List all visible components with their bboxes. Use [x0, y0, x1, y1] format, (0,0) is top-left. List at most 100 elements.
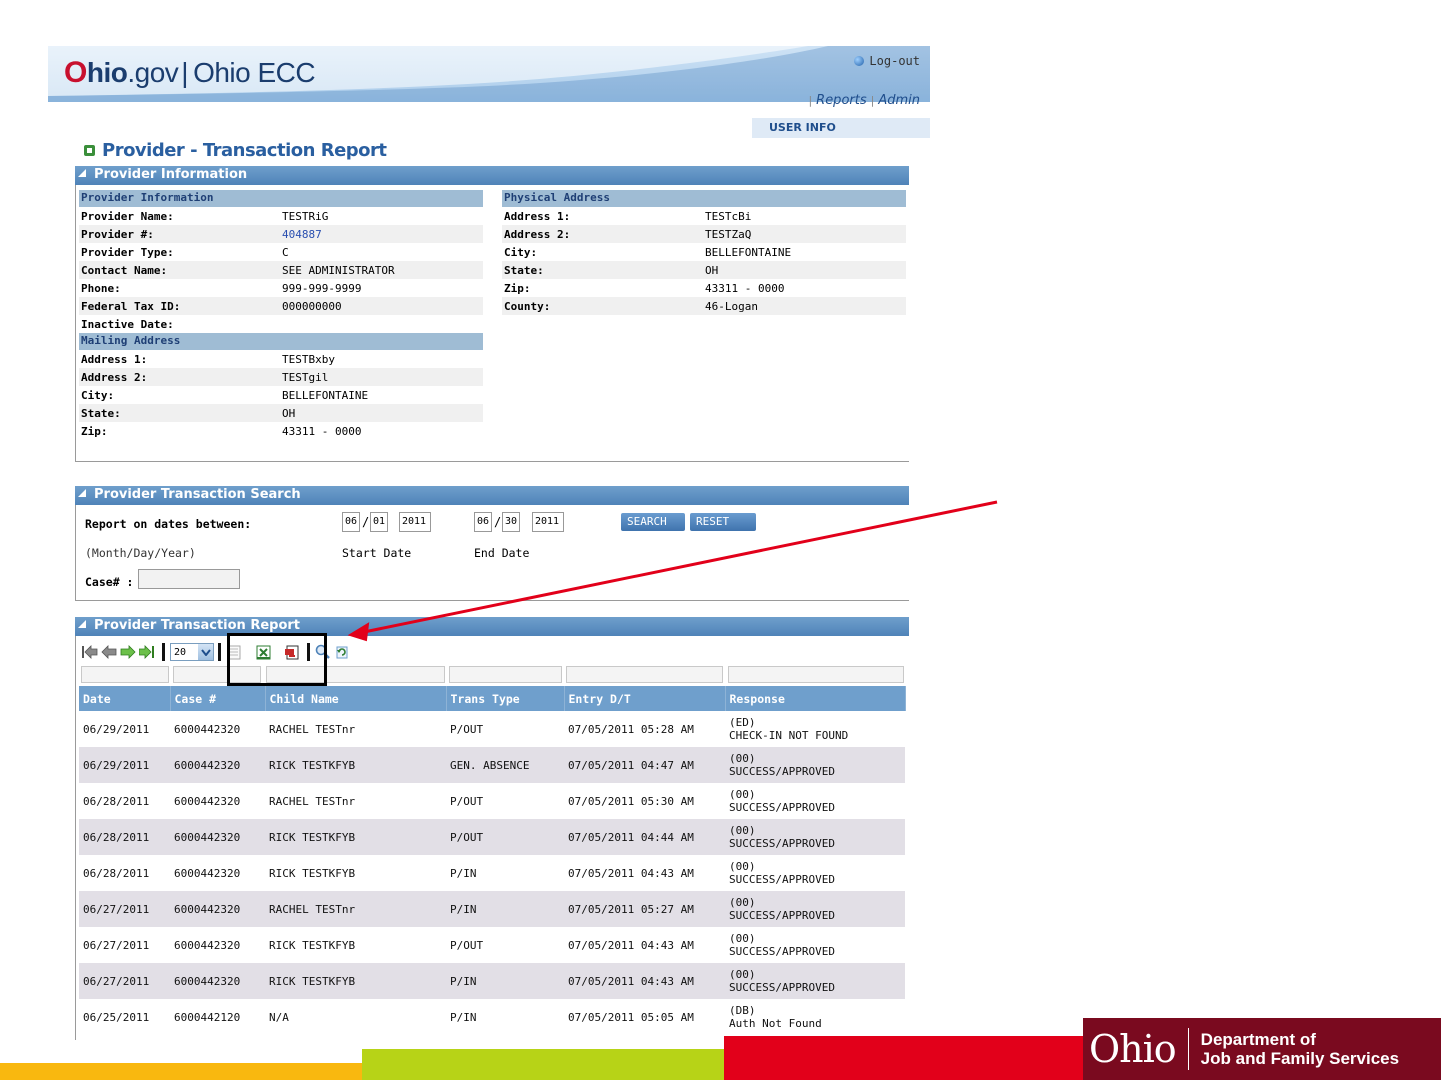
table-row[interactable]: 06/29/2011 6000442320 RACHEL TESTnr P/OUT 07… — [79, 711, 905, 747]
cell-child-name: RACHEL TESTnr — [269, 794, 356, 808]
cell-case: 6000442320 — [174, 866, 241, 880]
cell-trans-type: P/OUT — [450, 794, 484, 808]
column-header-response[interactable]: Response — [725, 686, 906, 711]
info-value: 999-999-9999 — [282, 281, 362, 295]
table-row[interactable]: 06/28/2011 6000442320 RICK TESTKFYB P/OUT 07… — [79, 819, 905, 855]
filter-case[interactable] — [173, 666, 261, 683]
info-row: Zip: 43311 - 0000 — [502, 279, 906, 297]
response-text: SUCCESS/APPROVED — [729, 873, 835, 886]
date-slash: / — [494, 515, 502, 529]
filter-date[interactable] — [81, 666, 169, 683]
logout-link[interactable]: Log-out — [854, 54, 920, 68]
report-section-header[interactable]: Provider Transaction Report — [75, 617, 909, 636]
table-row[interactable]: 06/27/2011 6000442320 RACHEL TESTnr P/IN 07/… — [79, 891, 905, 927]
cell-child-name: RACHEL TESTnr — [265, 891, 446, 927]
toolbar-separator — [307, 643, 310, 661]
logo-hio: hio — [86, 57, 128, 88]
column-header-case[interactable]: Case # — [170, 686, 266, 711]
cell-response: (00) SUCCESS/APPROVED — [725, 927, 905, 963]
table-row[interactable]: 06/28/2011 6000442320 RICK TESTKFYB P/IN 07/… — [79, 855, 905, 891]
user-info-tab[interactable]: USER INFO — [752, 118, 930, 138]
transaction-table: Date Case # Child Name Trans Type Entry … — [79, 686, 906, 1035]
export-list-icon[interactable] — [226, 644, 242, 660]
info-row: City: BELLEFONTAINE — [502, 243, 906, 261]
last-page-icon[interactable] — [139, 644, 155, 660]
cell-entry-dt: 07/05/2011 04:43 AM — [564, 963, 725, 999]
page-size-select[interactable]: 20 — [170, 643, 214, 661]
nav-reports[interactable]: Reports — [816, 93, 866, 108]
info-label: State: — [504, 263, 544, 277]
table-row[interactable]: 06/25/2011 6000442120 N/A P/IN 07/05/2011 05… — [79, 999, 905, 1035]
date-slash: / — [362, 515, 370, 529]
column-header-date[interactable]: Date — [79, 686, 171, 711]
reset-button[interactable]: RESET — [690, 513, 756, 531]
response-code: (00) — [729, 788, 756, 801]
table-row[interactable]: 06/28/2011 6000442320 RACHEL TESTnr P/OUT 07… — [79, 783, 905, 819]
filter-entry-dt[interactable] — [566, 666, 723, 683]
table-row[interactable]: 06/27/2011 6000442320 RICK TESTKFYB P/OUT 07… — [79, 927, 905, 963]
prev-page-icon[interactable] — [101, 644, 117, 660]
info-row: State: OH — [79, 404, 483, 422]
info-label: Phone: — [81, 281, 121, 295]
response-text: CHECK-IN NOT FOUND — [729, 729, 849, 742]
info-value: OH — [705, 263, 719, 277]
refresh-icon[interactable] — [334, 644, 350, 660]
column-header-child-name[interactable]: Child Name — [265, 686, 447, 711]
search-button[interactable]: SEARCH — [621, 513, 685, 531]
cell-date: 06/27/2011 — [79, 963, 170, 999]
info-value: TESTcBi — [705, 209, 752, 223]
nav-divider: | — [808, 94, 813, 107]
ohio-ecc-logo[interactable]: Ohio.gov | Ohio ECC — [64, 56, 316, 90]
filter-trans-type[interactable] — [449, 666, 562, 683]
cell-child-name: RICK TESTKFYB — [265, 747, 446, 783]
response-code: (00) — [729, 752, 756, 765]
cell-date: 06/25/2011 — [83, 1010, 150, 1024]
start-month-input[interactable]: 06 — [342, 512, 360, 532]
column-header-entry-dt[interactable]: Entry D/T — [564, 686, 726, 711]
case-number-input[interactable] — [138, 569, 240, 589]
info-value: BELLEFONTAINE — [705, 245, 792, 259]
info-label: County: — [504, 299, 551, 313]
end-month-input[interactable]: 06 — [474, 512, 492, 532]
cell-trans-type: P/OUT — [450, 938, 484, 952]
cell-case: 6000442320 — [174, 794, 241, 808]
info-value: C — [282, 245, 289, 259]
export-pdf-icon[interactable] — [284, 644, 300, 660]
export-excel-icon[interactable] — [255, 644, 271, 660]
next-page-icon[interactable] — [120, 644, 136, 660]
brand-ohio: Ohio — [1089, 1027, 1177, 1071]
info-row: Provider Type: C — [79, 243, 483, 261]
start-year-input[interactable]: 2011 — [399, 512, 431, 532]
search-section-header[interactable]: Provider Transaction Search — [75, 486, 909, 505]
find-icon[interactable] — [315, 644, 331, 660]
first-page-icon[interactable] — [82, 644, 98, 660]
table-row[interactable]: 06/29/2011 6000442320 RICK TESTKFYB GEN. AB… — [79, 747, 905, 783]
filter-response[interactable] — [728, 666, 904, 683]
response-text: SUCCESS/APPROVED — [729, 765, 835, 778]
info-label: Federal Tax ID: — [81, 299, 181, 313]
info-label: Address 1: — [81, 352, 148, 366]
info-row: Address 1: TESTBxby — [79, 350, 483, 368]
cell-child-name: RACHEL TESTnr — [269, 722, 356, 736]
table-row[interactable]: 06/27/2011 6000442320 RICK TESTKFYB P/IN 07/… — [79, 963, 905, 999]
response-text: SUCCESS/APPROVED — [729, 837, 835, 850]
start-day-input[interactable]: 01 — [370, 512, 388, 532]
column-header-trans-type[interactable]: Trans Type — [446, 686, 565, 711]
filter-child-name[interactable] — [266, 666, 445, 683]
toolbar-separator — [162, 643, 165, 661]
page-title-text: Provider - Transaction Report — [102, 140, 387, 161]
cell-child-name: RICK TESTKFYB — [265, 963, 446, 999]
provider-number-link[interactable]: 404887 — [282, 228, 483, 241]
provider-info-section-header[interactable]: Provider Information — [75, 166, 909, 185]
cell-case: 6000442120 — [174, 1010, 241, 1024]
info-row: Address 1: TESTcBi — [502, 207, 906, 225]
info-value: BELLEFONTAINE — [282, 388, 369, 402]
end-year-input[interactable]: 2011 — [532, 512, 564, 532]
nav-admin[interactable]: Admin — [878, 93, 920, 108]
info-label: Address 2: — [504, 227, 571, 241]
brand-department: Department of Job and Family Services — [1201, 1030, 1399, 1068]
page-size-dropdown-icon — [198, 644, 213, 660]
end-day-input[interactable]: 30 — [502, 512, 520, 532]
info-label: City: — [81, 388, 115, 402]
response-code: (00) — [729, 896, 756, 909]
